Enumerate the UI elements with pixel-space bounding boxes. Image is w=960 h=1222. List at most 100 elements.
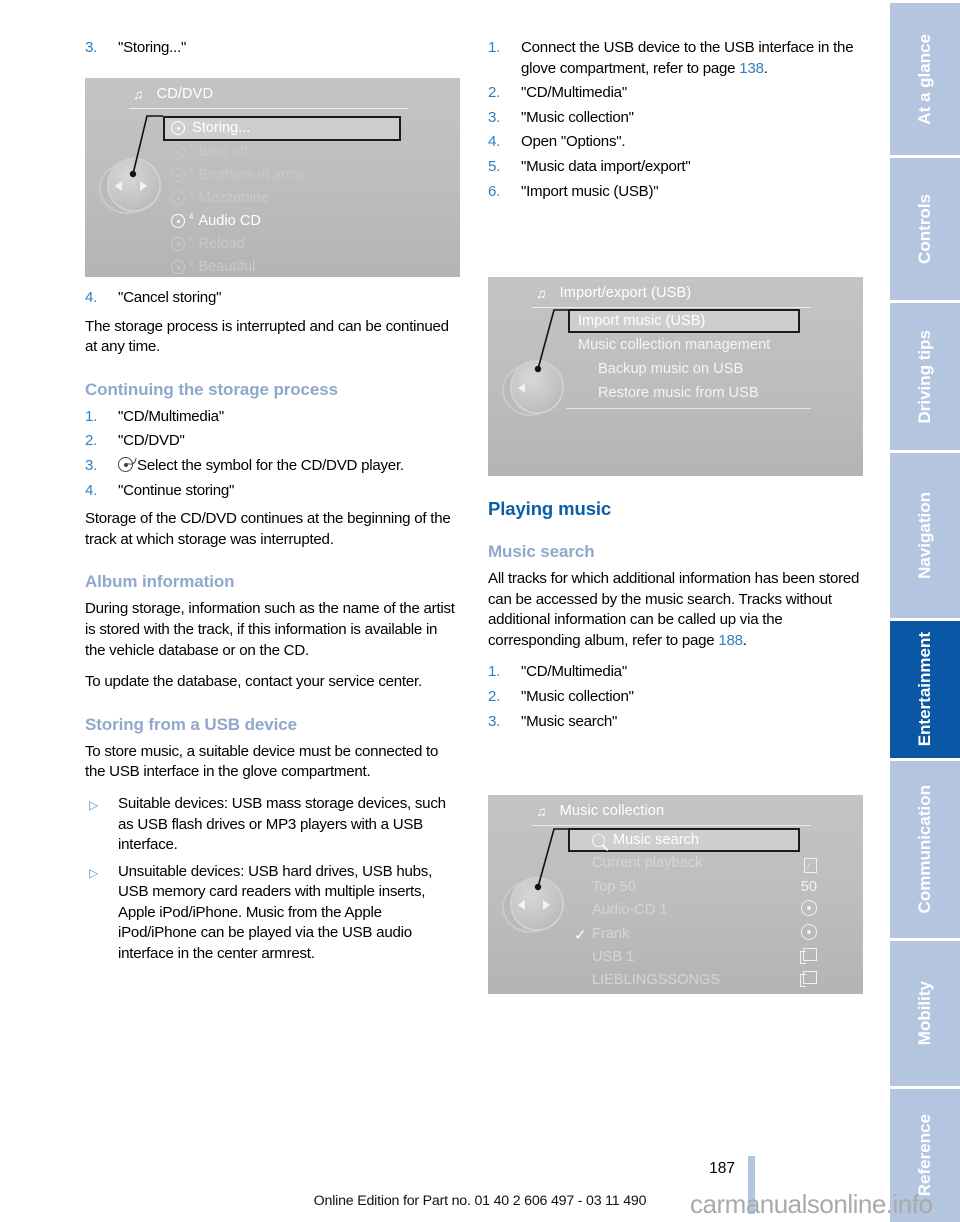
step-number: 5.	[488, 157, 501, 175]
knob-left-arrow-icon	[115, 181, 122, 191]
rail-tab-label: Mobility	[915, 981, 934, 1046]
idrive-screen-music-collection: ♫ Music collection Music search Current …	[488, 795, 863, 994]
rail-tab-label: Communication	[915, 785, 934, 914]
folder-icon	[800, 948, 817, 964]
disc-icon	[801, 924, 817, 943]
screen-row-label: Beautiful	[198, 259, 256, 275]
rail-tab-label: At a glance	[915, 33, 934, 125]
list-item: ▷ Suitable devices: USB mass storage dev…	[85, 794, 460, 856]
rail-tab-navigation[interactable]: Navigation	[890, 450, 960, 618]
bullet-text: Unsuitable devices: USB hard drives, USB…	[118, 862, 433, 963]
site-watermark: carmanualsonline.info	[690, 1189, 933, 1219]
step-number: 1.	[85, 407, 98, 425]
paragraph-usb: To store music, a suitable device must b…	[85, 742, 439, 781]
step-text: "Cancel storing"	[118, 289, 222, 306]
step-number: 4.	[488, 133, 501, 151]
step-text: "CD/Multimedia"	[118, 407, 224, 425]
controller-knob[interactable]	[502, 879, 564, 935]
screen-row-audio-cd[interactable]: 4 Audio CD	[171, 211, 261, 229]
bullet-list-devices: ▷ Suitable devices: USB mass storage dev…	[85, 794, 460, 965]
step-number: 6.	[488, 182, 501, 200]
screen-title: Music collection	[559, 803, 665, 819]
screen-row-brothers-in-arms[interactable]: 2 Brothers in arms	[171, 165, 306, 183]
list-item: 2. "CD/DVD"	[85, 431, 460, 452]
screen-row-label: Storing...	[192, 120, 251, 136]
screen-row-restore-music[interactable]: Restore music from USB	[598, 385, 759, 401]
info-note-icon: ♪	[804, 855, 817, 873]
left-column: 3. "Storing..."	[85, 38, 460, 67]
paragraph-text-suffix: .	[742, 631, 747, 649]
step-text: "Music collection"	[521, 108, 634, 126]
screen-row-label: Frank	[592, 926, 630, 942]
screen-row-top-50[interactable]: Top 50	[592, 879, 636, 895]
screen-title: CD/DVD	[156, 86, 214, 102]
rail-tab-label: Entertainment	[915, 632, 934, 747]
screen-row-audio-cd-1[interactable]: Audio-CD 1	[592, 902, 667, 918]
controller-knob[interactable]	[502, 362, 564, 418]
right-column-body: Playing music Music search All tracks fo…	[488, 498, 863, 740]
folder-icon	[800, 971, 817, 987]
screen-row-current-playback[interactable]: Current playback	[592, 855, 702, 871]
cd-index: 5	[189, 234, 194, 244]
screen-row-best-off[interactable]: 1 Best off	[171, 142, 248, 160]
music-note-icon: ♫	[536, 803, 547, 819]
screen-row-music-collection-management[interactable]: Music collection management	[578, 337, 770, 353]
screen-row-frank[interactable]: ✓ Frank	[574, 926, 630, 944]
cd-index: 1	[189, 142, 194, 152]
screen-row-storing[interactable]: Storing...	[171, 120, 250, 136]
step-text: Open "Options".	[521, 133, 626, 151]
step-text: "Music search"	[521, 712, 618, 730]
rail-tab-controls[interactable]: Controls	[890, 155, 960, 300]
step-number: 2.	[488, 687, 501, 705]
music-note-import-icon: ♫	[536, 285, 547, 301]
heading-storing-usb: Storing from a USB device	[85, 714, 297, 734]
knob-right-arrow-icon	[543, 900, 550, 910]
cd-index: 3	[189, 188, 194, 198]
rail-tab-driving-tips[interactable]: Driving tips	[890, 300, 960, 450]
triangle-bullet-icon: ▷	[89, 865, 98, 880]
paragraph-album-1: During storage, information such as the …	[85, 600, 455, 659]
step-number: 3.	[85, 39, 98, 56]
cd-index: 4	[189, 211, 194, 221]
screen-row-label: Best off	[198, 144, 248, 160]
cd-index: 2	[189, 165, 194, 175]
manual-page: At a glance Controls Driving tips Naviga…	[0, 0, 960, 1222]
step-list-storing: 3. "Storing..."	[85, 38, 460, 59]
screen-row-lieblingssongs[interactable]: LIEBLINGSSONGS	[592, 972, 720, 988]
screen-row-label: Audio CD	[198, 213, 261, 229]
step-text: "Continue storing"	[118, 481, 235, 499]
screen-header: ♫ Import/export (USB)	[536, 285, 803, 301]
screen-row-usb-1[interactable]: USB 1	[592, 949, 634, 965]
list-item: 2. "Music collection"	[488, 687, 863, 708]
screen-row-beautiful[interactable]: 6 Beautiful	[171, 258, 256, 275]
step-number: 3.	[488, 712, 501, 730]
screen-header-divider	[532, 307, 811, 308]
screen-row-label: LIEBLINGSSONGS	[592, 972, 721, 988]
screen-row-mezzanine[interactable]: 3 Mezzanine	[171, 188, 269, 206]
screen-row-import-music[interactable]: Import music (USB)	[578, 313, 705, 329]
heading-album-information: Album information	[85, 572, 235, 592]
step-text: "Storing..."	[118, 39, 187, 56]
page-reference-link[interactable]: 188	[718, 632, 743, 649]
right-column: 1. Connect the USB device to the USB int…	[488, 38, 863, 210]
rail-tab-entertainment[interactable]: Entertainment	[890, 618, 960, 758]
list-item: 4. "Cancel storing"	[85, 288, 460, 309]
cd-icon	[171, 168, 185, 182]
rail-tab-at-a-glance[interactable]: At a glance	[890, 0, 960, 155]
triangle-bullet-icon: ▷	[89, 797, 98, 812]
step-text: "Import music (USB)"	[521, 182, 659, 200]
rail-tab-communication[interactable]: Communication	[890, 758, 960, 938]
step-text: "CD/Multimedia"	[521, 663, 627, 681]
step-text: "Music data import/export"	[521, 157, 691, 175]
screen-row-music-search[interactable]: Music search	[592, 832, 699, 848]
controller-knob[interactable]	[99, 160, 161, 216]
screen-row-label: Import music (USB)	[578, 313, 706, 329]
page-reference-link[interactable]: 138	[739, 60, 764, 77]
paragraph-storage-continues: Storage of the CD/DVD continues at the b…	[85, 510, 451, 548]
screen-row-label: Audio-CD 1	[592, 902, 668, 918]
rail-tab-mobility[interactable]: Mobility	[890, 938, 960, 1086]
screen-row-reload[interactable]: 5 Reload	[171, 234, 245, 252]
list-item: 4. Open "Options".	[488, 132, 863, 153]
step-number: 1.	[488, 663, 501, 681]
screen-row-backup-music[interactable]: Backup music on USB	[598, 361, 743, 377]
